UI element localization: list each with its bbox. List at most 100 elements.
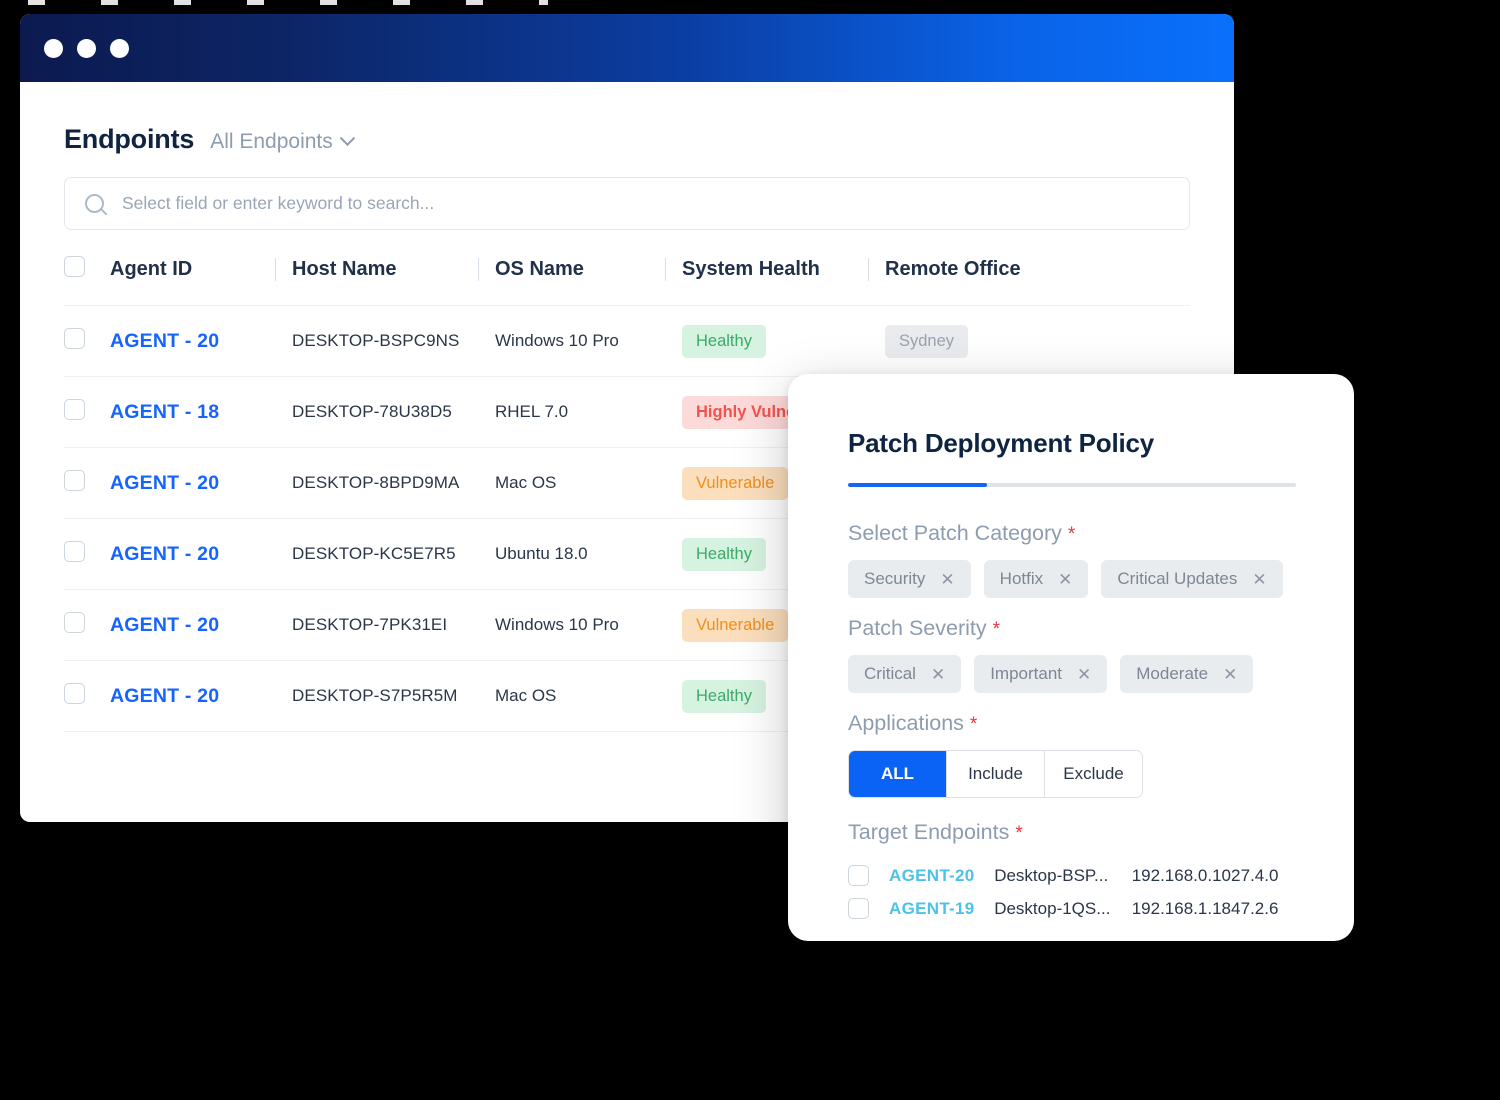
row-checkbox[interactable] <box>64 683 85 704</box>
target-endpoint-version: 7.2.6 <box>1241 899 1296 919</box>
patch-severity-chip[interactable]: Moderate✕ <box>1120 655 1253 693</box>
row-checkbox-cell <box>64 661 110 732</box>
target-endpoint-row[interactable]: AGENT-19Desktop-1QS...192.168.1.1847.2.6 <box>848 892 1296 925</box>
patch-severity-chips: Critical✕Important✕Moderate✕ <box>848 655 1296 693</box>
applications-segmented-control: ALLIncludeExclude <box>848 750 1143 798</box>
target-endpoint-version: 7.4.0 <box>1241 866 1296 886</box>
target-endpoint-checkbox[interactable] <box>848 898 869 919</box>
endpoint-scope-dropdown[interactable]: All Endpoints <box>210 130 353 154</box>
agent-id-link[interactable]: AGENT - 20 <box>110 685 219 707</box>
agent-id-link[interactable]: AGENT - 20 <box>110 472 219 494</box>
os-name-value: Mac OS <box>495 686 556 705</box>
required-asterisk: * <box>970 714 977 735</box>
os-name-value: RHEL 7.0 <box>495 402 568 421</box>
page-title: Endpoints <box>64 124 194 155</box>
applications-option-exclude[interactable]: Exclude <box>1045 751 1142 797</box>
remote-office-cell: Sydney <box>885 306 1190 377</box>
row-checkbox-cell <box>64 306 110 377</box>
column-header-agent-id[interactable]: Agent ID <box>110 256 292 306</box>
page-header: Endpoints All Endpoints <box>64 124 1190 155</box>
host-name-value: DESKTOP-78U38D5 <box>292 402 452 421</box>
os-name-value: Windows 10 Pro <box>495 615 619 634</box>
system-health-badge: Healthy <box>682 325 766 358</box>
patch-category-chip[interactable]: Critical Updates ✕ <box>1101 560 1282 598</box>
remote-office-badge: Sydney <box>885 325 968 358</box>
column-header-host-name[interactable]: Host Name <box>292 256 495 306</box>
target-endpoint-ip: 192.168.0.102 <box>1132 866 1241 886</box>
table-row[interactable]: AGENT - 20DESKTOP-BSPC9NSWindows 10 ProH… <box>64 306 1190 377</box>
wizard-progress-bar <box>848 483 1296 487</box>
patch-category-chip[interactable]: Hotfix✕ <box>984 560 1089 598</box>
search-input[interactable]: Select field or enter keyword to search.… <box>64 177 1190 230</box>
host-name-value: DESKTOP-S7P5R5M <box>292 686 458 705</box>
row-checkbox-cell <box>64 448 110 519</box>
applications-option-include[interactable]: Include <box>947 751 1045 797</box>
row-checkbox[interactable] <box>64 399 85 420</box>
chip-label: Security <box>864 569 925 589</box>
os-name-value: Mac OS <box>495 473 556 492</box>
row-checkbox[interactable] <box>64 612 85 633</box>
required-asterisk: * <box>1068 524 1075 545</box>
row-checkbox[interactable] <box>64 470 85 491</box>
target-endpoints-label-text: Target Endpoints <box>848 820 1009 844</box>
select-all-checkbox[interactable] <box>64 256 85 277</box>
host-name-value: DESKTOP-KC5E7R5 <box>292 544 456 563</box>
target-endpoint-ip: 192.168.1.184 <box>1132 899 1241 919</box>
os-name-value: Ubuntu 18.0 <box>495 544 588 563</box>
column-header-remote-office[interactable]: Remote Office <box>885 256 1190 306</box>
target-endpoint-host-name: Desktop-BSP... <box>994 866 1132 886</box>
patch-severity-chip[interactable]: Important ✕ <box>974 655 1107 693</box>
row-checkbox-cell <box>64 519 110 590</box>
target-endpoint-row[interactable]: AGENT-20Desktop-BSP...192.168.0.1027.4.0 <box>848 859 1296 892</box>
host-name-value: DESKTOP-BSPC9NS <box>292 331 459 350</box>
target-endpoints-list: AGENT-20Desktop-BSP...192.168.0.1027.4.0… <box>848 859 1296 925</box>
row-checkbox-cell <box>64 590 110 661</box>
close-icon[interactable] <box>44 39 63 58</box>
agent-id-link[interactable]: AGENT - 18 <box>110 401 219 423</box>
chip-label: Critical <box>864 664 916 684</box>
target-endpoint-host-name: Desktop-1QS... <box>994 899 1132 919</box>
close-icon[interactable]: ✕ <box>1058 571 1072 588</box>
agent-id-link[interactable]: AGENT - 20 <box>110 330 219 352</box>
minimize-icon[interactable] <box>77 39 96 58</box>
patch-severity-label: Patch Severity * <box>848 616 1296 641</box>
patch-deployment-policy-modal: Patch Deployment Policy Select Patch Cat… <box>788 374 1354 941</box>
modal-title: Patch Deployment Policy <box>848 428 1296 459</box>
select-all-checkbox-cell <box>64 256 110 306</box>
patch-category-chips: Security✕Hotfix✕Critical Updates✕ <box>848 560 1296 598</box>
column-header-system-health[interactable]: System Health <box>682 256 885 306</box>
row-checkbox[interactable] <box>64 541 85 562</box>
system-health-badge: Vulnerable <box>682 609 788 642</box>
system-health-badge: Healthy <box>682 538 766 571</box>
patch-category-label-text: Select Patch Category <box>848 521 1062 545</box>
close-icon[interactable]: ✕ <box>940 571 954 588</box>
target-endpoint-agent-id[interactable]: AGENT-19 <box>889 899 994 919</box>
target-endpoint-agent-id[interactable]: AGENT-20 <box>889 866 994 886</box>
column-header-os-name[interactable]: OS Name <box>495 256 682 306</box>
host-name-value: DESKTOP-8BPD9MA <box>292 473 459 492</box>
row-checkbox[interactable] <box>64 328 85 349</box>
system-health-badge: Healthy <box>682 680 766 713</box>
applications-option-all[interactable]: ALL <box>849 751 947 797</box>
patch-severity-chip[interactable]: Critical ✕ <box>848 655 961 693</box>
patch-category-chip[interactable]: Security ✕ <box>848 560 971 598</box>
system-health-badge: Vulnerable <box>682 467 788 500</box>
close-icon[interactable]: ✕ <box>1077 666 1091 683</box>
close-icon[interactable]: ✕ <box>931 666 945 683</box>
patch-category-label: Select Patch Category * <box>848 521 1296 546</box>
maximize-icon[interactable] <box>110 39 129 58</box>
chip-label: Important <box>990 664 1062 684</box>
close-icon[interactable]: ✕ <box>1223 666 1237 683</box>
window-titlebar <box>20 14 1234 82</box>
close-icon[interactable]: ✕ <box>1252 571 1266 588</box>
target-endpoint-checkbox[interactable] <box>848 865 869 886</box>
required-asterisk: * <box>993 619 1000 640</box>
agent-id-link[interactable]: AGENT - 20 <box>110 614 219 636</box>
patch-severity-label-text: Patch Severity <box>848 616 987 640</box>
agent-id-link[interactable]: AGENT - 20 <box>110 543 219 565</box>
search-icon <box>85 194 104 213</box>
target-endpoints-label: Target Endpoints * <box>848 820 1296 845</box>
chip-label: Critical Updates <box>1117 569 1237 589</box>
table-header: Agent ID Host Name OS Name System Health… <box>64 256 1190 306</box>
search-placeholder: Select field or enter keyword to search.… <box>122 193 434 214</box>
